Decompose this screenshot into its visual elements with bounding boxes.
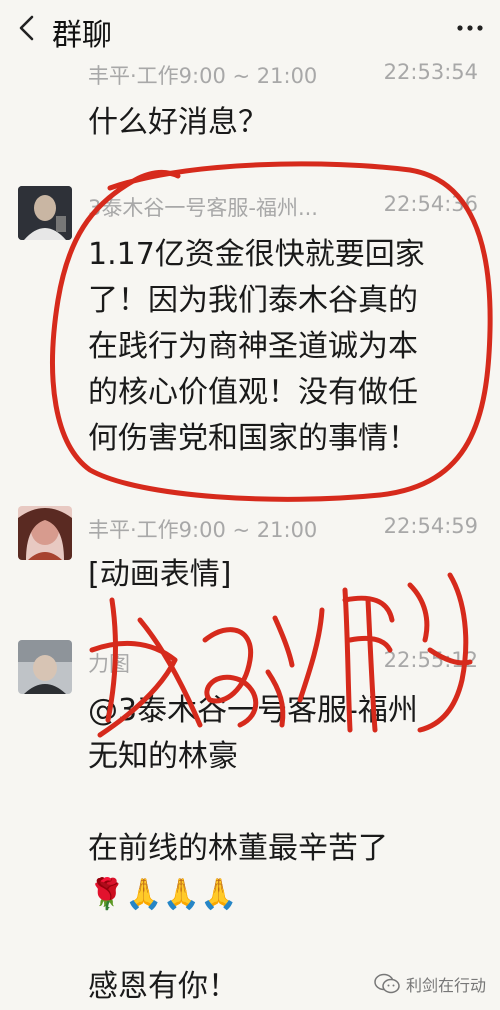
- source-watermark: 利剑在行动: [374, 972, 486, 996]
- chat-message: 丰平·工作9:00 ~ 21:00 22:53:54 什么好消息？: [0, 58, 500, 158]
- message-line: @3泰木谷一号客服-福州: [88, 693, 418, 728]
- message-line: 🌹🙏🙏🙏: [88, 877, 238, 912]
- avatar[interactable]: [18, 506, 72, 560]
- chat-message: 3泰木谷一号客服-福州... 22:54:36 1.17亿资金很快就要回家 了！…: [0, 182, 500, 482]
- message-time: 22:55:12: [383, 648, 478, 672]
- message-line: 的核心价值观！没有做任: [88, 375, 418, 410]
- back-button[interactable]: [8, 8, 48, 48]
- message-line: [88, 918, 418, 964]
- message-text: @3泰木谷一号客服-福州 无知的林豪 在前线的林董最辛苦了 🌹🙏🙏🙏 感恩有你！: [88, 688, 418, 1010]
- message-text: 什么好消息？: [88, 100, 268, 146]
- chat-message: 力图 22:55:12 @3泰木谷一号客服-福州 无知的林豪 在前线的林董最辛苦…: [0, 630, 500, 1004]
- wechat-icon: [374, 973, 400, 994]
- message-line: 无知的林豪: [88, 739, 238, 774]
- message-text: 1.17亿资金很快就要回家 了！因为我们泰木谷真的 在践行为商神圣道诚为本 的核…: [88, 232, 425, 462]
- message-line: [动画表情]: [88, 557, 232, 592]
- sender-name[interactable]: 丰平·工作9:00 ~ 21:00: [88, 514, 317, 544]
- sender-name[interactable]: 3泰木谷一号客服-福州...: [88, 192, 318, 222]
- chevron-left-icon: [19, 15, 34, 41]
- sender-name[interactable]: 力图: [88, 648, 130, 678]
- message-line: 1.17亿资金很快就要回家: [88, 237, 425, 272]
- avatar-image: [18, 506, 72, 560]
- more-dots-icon: [457, 25, 483, 31]
- message-line: [88, 780, 418, 826]
- message-time: 22:54:36: [383, 192, 478, 216]
- message-time: 22:53:54: [383, 60, 478, 84]
- message-line: 在前线的林董最辛苦了: [88, 831, 388, 866]
- chat-title: 群聊: [52, 18, 112, 53]
- message-line: 了！因为我们泰木谷真的: [88, 283, 418, 318]
- avatar-image: [18, 186, 72, 240]
- message-line: 何伤害党和国家的事情！: [88, 421, 418, 456]
- chat-header: 群聊: [0, 0, 500, 58]
- sender-name[interactable]: 丰平·工作9:00 ~ 21:00: [88, 60, 317, 90]
- message-text: [动画表情]: [88, 552, 231, 598]
- avatar-image: [18, 640, 72, 694]
- watermark-text: 利剑在行动: [405, 976, 486, 995]
- more-button[interactable]: [450, 8, 490, 48]
- chat-message: 丰平·工作9:00 ~ 21:00 22:54:59 [动画表情]: [0, 500, 500, 610]
- avatar[interactable]: [18, 640, 72, 694]
- message-line: 感恩有你！: [88, 969, 238, 1004]
- message-time: 22:54:59: [383, 514, 478, 538]
- message-line: 什么好消息？: [88, 105, 268, 140]
- avatar[interactable]: [18, 186, 72, 240]
- message-line: 在践行为商神圣道诚为本: [88, 329, 418, 364]
